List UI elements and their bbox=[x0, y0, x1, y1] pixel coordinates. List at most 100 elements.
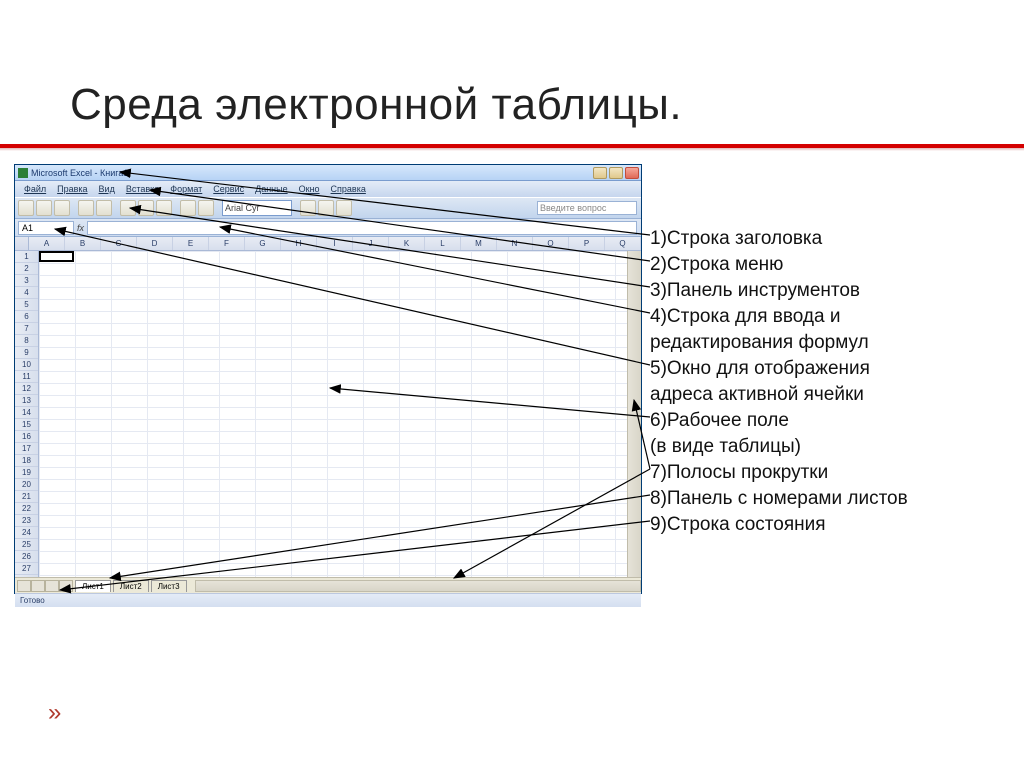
row-header[interactable]: 20 bbox=[15, 479, 38, 491]
font-select[interactable]: Arial Cyr bbox=[222, 200, 292, 216]
menu-tools[interactable]: Сервис bbox=[208, 183, 249, 195]
col-header[interactable]: C bbox=[101, 237, 137, 250]
row-header[interactable]: 3 bbox=[15, 275, 38, 287]
menu-insert[interactable]: Вставка bbox=[121, 183, 164, 195]
vertical-scrollbar[interactable] bbox=[627, 251, 641, 577]
tab-nav-next-icon[interactable] bbox=[45, 580, 59, 592]
fx-icon[interactable]: fx bbox=[77, 223, 84, 233]
row-header[interactable]: 7 bbox=[15, 323, 38, 335]
close-button[interactable] bbox=[625, 167, 639, 179]
status-bar: Готово bbox=[15, 593, 641, 607]
underline-icon[interactable] bbox=[336, 200, 352, 216]
row-header[interactable]: 18 bbox=[15, 455, 38, 467]
name-box[interactable]: A1 bbox=[18, 221, 74, 235]
row-headers: 1 2 3 4 5 6 7 8 9 10 11 12 13 14 15 16 1… bbox=[15, 251, 39, 577]
maximize-button[interactable] bbox=[609, 167, 623, 179]
cell-grid[interactable] bbox=[39, 251, 627, 577]
row-header[interactable]: 9 bbox=[15, 347, 38, 359]
row-header[interactable]: 23 bbox=[15, 515, 38, 527]
menu-window[interactable]: Окно bbox=[294, 183, 325, 195]
titlebar[interactable]: Microsoft Excel - Книга1 bbox=[15, 165, 641, 181]
annotation-3: 3)Панель инструментов bbox=[650, 278, 908, 304]
col-header[interactable]: J bbox=[353, 237, 389, 250]
row-header[interactable]: 21 bbox=[15, 491, 38, 503]
col-header[interactable]: H bbox=[281, 237, 317, 250]
copy-icon[interactable] bbox=[138, 200, 154, 216]
menu-data[interactable]: Данные bbox=[250, 183, 293, 195]
row-header[interactable]: 19 bbox=[15, 467, 38, 479]
col-header[interactable]: F bbox=[209, 237, 245, 250]
row-header[interactable]: 22 bbox=[15, 503, 38, 515]
print-icon[interactable] bbox=[78, 200, 94, 216]
col-header[interactable]: E bbox=[173, 237, 209, 250]
row-header[interactable]: 25 bbox=[15, 539, 38, 551]
formula-input[interactable] bbox=[87, 221, 637, 235]
worksheet-area: 1 2 3 4 5 6 7 8 9 10 11 12 13 14 15 16 1… bbox=[15, 251, 641, 577]
row-header[interactable]: 5 bbox=[15, 299, 38, 311]
minimize-button[interactable] bbox=[593, 167, 607, 179]
annotation-4b: редактирования формул bbox=[650, 330, 908, 356]
col-header[interactable]: K bbox=[389, 237, 425, 250]
col-header[interactable]: N bbox=[497, 237, 533, 250]
row-header[interactable]: 24 bbox=[15, 527, 38, 539]
annotation-1: 1)Строка заголовка bbox=[650, 226, 908, 252]
col-header[interactable]: D bbox=[137, 237, 173, 250]
row-header[interactable]: 12 bbox=[15, 383, 38, 395]
open-icon[interactable] bbox=[36, 200, 52, 216]
paste-icon[interactable] bbox=[156, 200, 172, 216]
tab-nav-last-icon[interactable] bbox=[59, 580, 73, 592]
row-header[interactable]: 15 bbox=[15, 419, 38, 431]
row-header[interactable]: 27 bbox=[15, 563, 38, 575]
row-header[interactable]: 16 bbox=[15, 431, 38, 443]
new-icon[interactable] bbox=[18, 200, 34, 216]
annotations-list: 1)Строка заголовка 2)Строка меню 3)Панел… bbox=[650, 226, 908, 538]
row-header[interactable]: 8 bbox=[15, 335, 38, 347]
italic-icon[interactable] bbox=[318, 200, 334, 216]
menu-format[interactable]: Формат bbox=[165, 183, 207, 195]
sheet-tab[interactable]: Лист3 bbox=[151, 580, 187, 592]
row-header[interactable]: 14 bbox=[15, 407, 38, 419]
help-search[interactable]: Введите вопрос bbox=[537, 201, 637, 215]
tab-nav-prev-icon[interactable] bbox=[31, 580, 45, 592]
menu-edit[interactable]: Правка bbox=[52, 183, 92, 195]
toolbar: Arial Cyr Введите вопрос bbox=[15, 197, 641, 219]
sheet-tab[interactable]: Лист1 bbox=[75, 580, 111, 592]
row-header[interactable]: 11 bbox=[15, 371, 38, 383]
col-header[interactable]: I bbox=[317, 237, 353, 250]
sheet-tab[interactable]: Лист2 bbox=[113, 580, 149, 592]
row-header[interactable]: 1 bbox=[15, 251, 38, 263]
col-header[interactable]: B bbox=[65, 237, 101, 250]
menu-view[interactable]: Вид bbox=[94, 183, 120, 195]
tab-nav-first-icon[interactable] bbox=[17, 580, 31, 592]
col-header[interactable]: Q bbox=[605, 237, 641, 250]
row-header[interactable]: 13 bbox=[15, 395, 38, 407]
menu-file[interactable]: Файл bbox=[19, 183, 51, 195]
sheet-tab-bar: Лист1 Лист2 Лист3 bbox=[15, 577, 641, 593]
row-header[interactable]: 2 bbox=[15, 263, 38, 275]
cut-icon[interactable] bbox=[120, 200, 136, 216]
menu-help[interactable]: Справка bbox=[326, 183, 371, 195]
col-header[interactable]: M bbox=[461, 237, 497, 250]
row-header[interactable]: 10 bbox=[15, 359, 38, 371]
select-all-corner[interactable] bbox=[15, 237, 29, 251]
preview-icon[interactable] bbox=[96, 200, 112, 216]
col-header[interactable]: O bbox=[533, 237, 569, 250]
menubar[interactable]: Файл Правка Вид Вставка Формат Сервис Да… bbox=[15, 181, 641, 197]
col-header[interactable]: G bbox=[245, 237, 281, 250]
bold-icon[interactable] bbox=[300, 200, 316, 216]
row-header[interactable]: 6 bbox=[15, 311, 38, 323]
col-header[interactable]: P bbox=[569, 237, 605, 250]
row-header[interactable]: 4 bbox=[15, 287, 38, 299]
horizontal-scrollbar[interactable] bbox=[195, 580, 641, 592]
footer-chevron-icon: » bbox=[48, 699, 61, 727]
annotation-5b: адреса активной ячейки bbox=[650, 382, 908, 408]
formula-bar: A1 fx bbox=[15, 219, 641, 237]
row-header[interactable]: 26 bbox=[15, 551, 38, 563]
undo-icon[interactable] bbox=[180, 200, 196, 216]
col-header[interactable]: L bbox=[425, 237, 461, 250]
active-cell[interactable] bbox=[39, 251, 74, 262]
col-header[interactable]: A bbox=[29, 237, 65, 250]
redo-icon[interactable] bbox=[198, 200, 214, 216]
save-icon[interactable] bbox=[54, 200, 70, 216]
row-header[interactable]: 17 bbox=[15, 443, 38, 455]
